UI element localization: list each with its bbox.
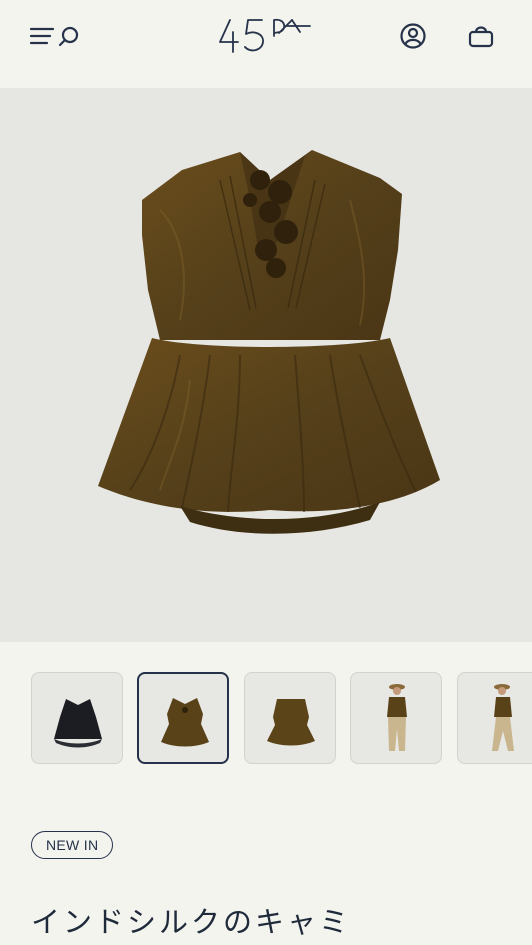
menu-search-button[interactable] xyxy=(28,22,84,50)
thumbnail-brown-back[interactable] xyxy=(244,672,336,764)
new-in-badge: NEW IN xyxy=(31,831,114,859)
brand-logo[interactable] xyxy=(216,12,326,58)
site-header xyxy=(0,0,532,88)
menu-icon xyxy=(29,26,79,47)
account-button[interactable] xyxy=(398,21,428,51)
search-icon xyxy=(58,26,79,47)
thumbnail-model-front[interactable] xyxy=(350,672,442,764)
product-hero-image[interactable] xyxy=(0,88,532,642)
thumbnail-strip xyxy=(0,672,532,768)
account-icon xyxy=(400,23,426,49)
product-title: インドシルクのキャミ xyxy=(31,905,352,939)
cart-icon xyxy=(468,26,494,48)
thumbnail-model-side[interactable] xyxy=(457,672,532,764)
garment-image xyxy=(98,150,440,534)
cart-button[interactable] xyxy=(466,21,496,51)
thumbnail-brown-top[interactable] xyxy=(137,672,229,764)
thumbnail-black-top[interactable] xyxy=(31,672,123,764)
